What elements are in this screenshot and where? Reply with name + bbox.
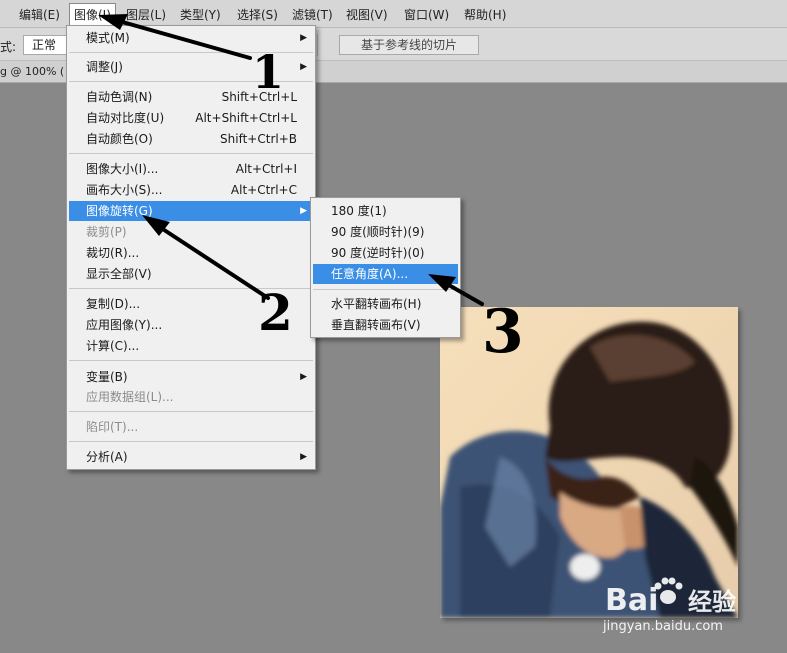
menu-item-arbitrary-rotation[interactable]: 任意角度(A)... bbox=[313, 264, 458, 284]
menu-separator bbox=[69, 153, 313, 154]
baidu-paw-logo bbox=[654, 577, 683, 604]
menu-item-reveal-all[interactable]: 显示全部(V) bbox=[69, 264, 313, 284]
menu-item-flip-vertical[interactable]: 垂直翻转画布(V) bbox=[313, 315, 458, 335]
watermark-brand-cn: 经验 bbox=[688, 588, 736, 616]
menu-item-calculations[interactable]: 计算(C)... bbox=[69, 336, 313, 356]
submenu-arrow-icon: ▶ bbox=[300, 33, 307, 43]
menu-item-rotate-90-cw[interactable]: 90 度(顺时针)(9) bbox=[313, 222, 458, 242]
image-rotation-submenu: 180 度(1) 90 度(顺时针)(9) 90 度(逆时针)(0) 任意角度(… bbox=[310, 197, 461, 338]
menu-item-apply-image[interactable]: 应用图像(Y)... bbox=[69, 315, 313, 335]
submenu-arrow-icon: ▶ bbox=[300, 452, 307, 462]
menu-item-flip-horizontal[interactable]: 水平翻转画布(H) bbox=[313, 294, 458, 314]
menu-item-analysis[interactable]: 分析(A) ▶ bbox=[69, 447, 313, 467]
menu-item-crop: 裁剪(P) bbox=[86, 225, 127, 239]
menu-separator bbox=[313, 289, 458, 290]
menu-item-duplicate[interactable]: 复制(D)... bbox=[69, 294, 313, 314]
menu-item-rotate-90-ccw[interactable]: 90 度(逆时针)(0) bbox=[313, 243, 458, 263]
menu-separator bbox=[69, 288, 313, 289]
menu-item-adjustments[interactable]: 调整(J) ▶ bbox=[69, 57, 313, 77]
menu-item-trim[interactable]: 裁切(R)... bbox=[69, 243, 313, 263]
menu-separator bbox=[69, 52, 313, 53]
submenu-arrow-icon: ▶ bbox=[300, 372, 307, 382]
menu-item-rotate-180[interactable]: 180 度(1) bbox=[313, 201, 458, 221]
menu-separator bbox=[69, 360, 313, 361]
submenu-arrow-icon: ▶ bbox=[300, 62, 307, 72]
image-menu: 模式(M) ▶ 调整(J) ▶ 自动色调(N) Shift+Ctrl+L 自动对比度(… bbox=[66, 25, 316, 470]
menu-item-auto-contrast[interactable]: 自动对比度(U) Alt+Shift+Ctrl+L bbox=[69, 108, 313, 128]
menu-separator bbox=[69, 81, 313, 82]
menu-item-mode[interactable]: 模式(M) ▶ bbox=[69, 28, 313, 48]
menu-item-canvas-size[interactable]: 画布大小(S)... Alt+Ctrl+C bbox=[69, 180, 313, 200]
menu-item-auto-color[interactable]: 自动颜色(O) Shift+Ctrl+B bbox=[69, 129, 313, 149]
menu-item-auto-tone[interactable]: 自动色调(N) Shift+Ctrl+L bbox=[69, 87, 313, 107]
menu-item-trap: 陷印(T)... bbox=[86, 420, 139, 434]
submenu-arrow-icon: ▶ bbox=[300, 206, 307, 216]
menu-item-image-rotation[interactable]: 图像旋转(G) ▶ bbox=[69, 201, 313, 221]
watermark-url: jingyan.baidu.com bbox=[602, 619, 723, 634]
menu-item-image-size[interactable]: 图像大小(I)... Alt+Ctrl+I bbox=[69, 159, 313, 179]
menu-separator bbox=[69, 411, 313, 412]
menu-separator bbox=[69, 441, 313, 442]
watermark-brand: Bai bbox=[605, 583, 658, 618]
menu-item-variables[interactable]: 变量(B) ▶ bbox=[69, 367, 313, 387]
menu-item-apply-dataset: 应用数据组(L)... bbox=[86, 390, 174, 404]
